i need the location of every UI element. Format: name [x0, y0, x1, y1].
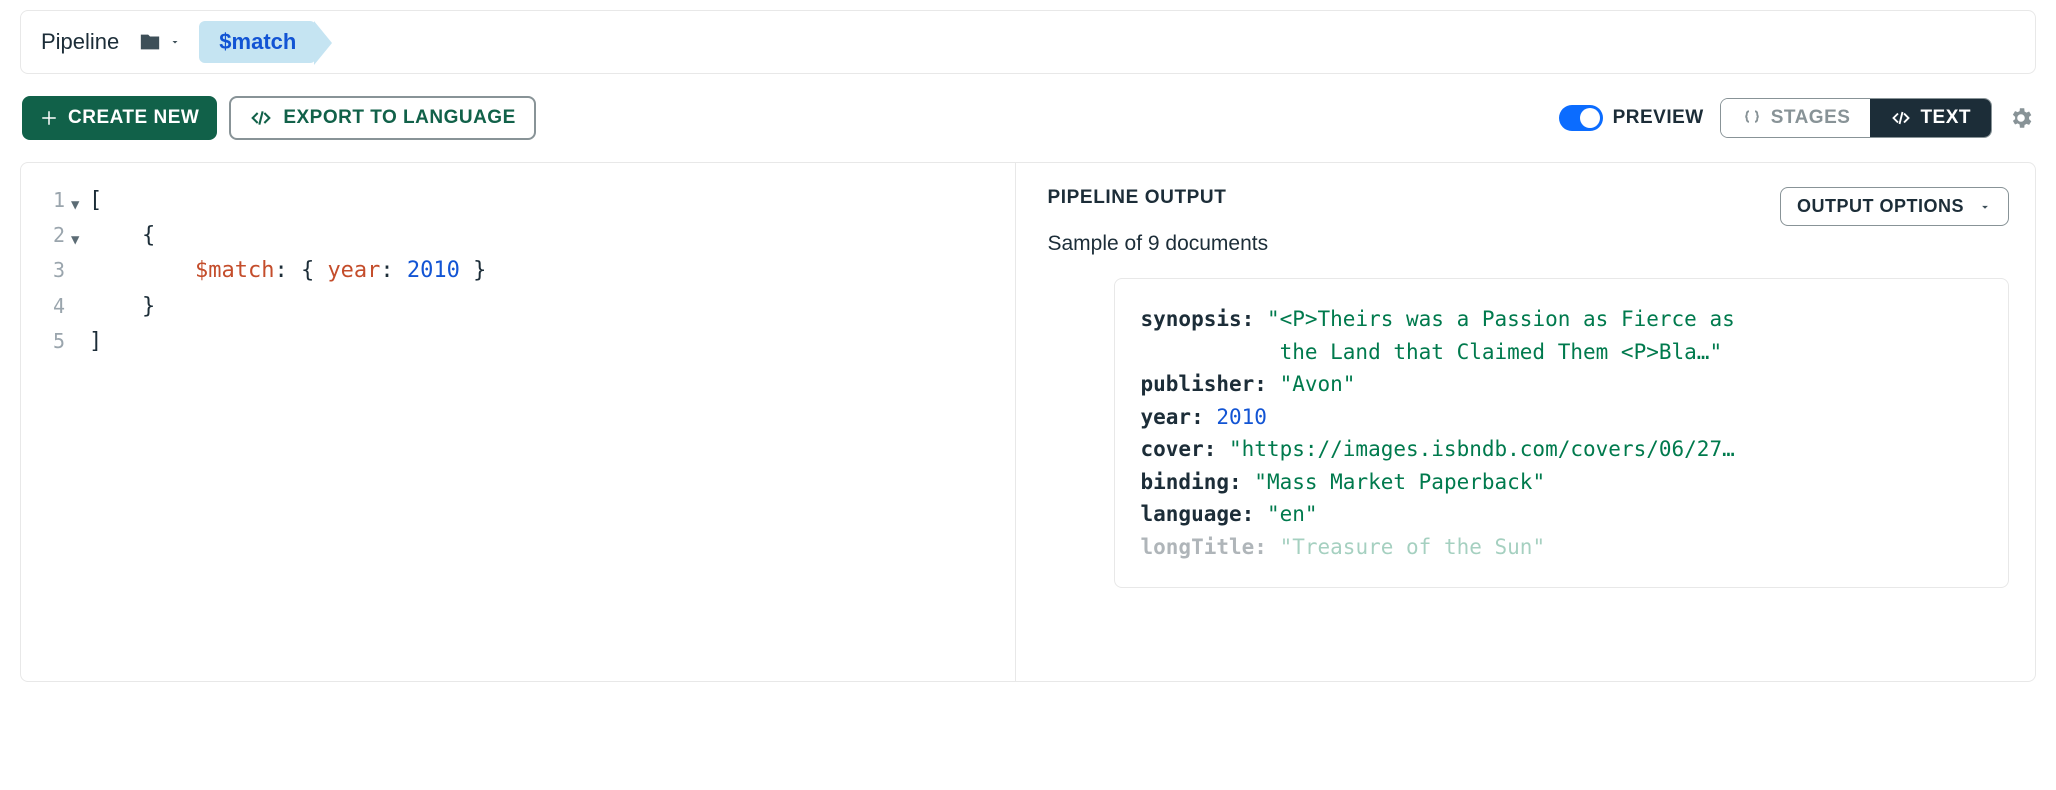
code-line: 5 ] — [37, 324, 999, 359]
code-line: 2 ▼ { — [37, 218, 999, 253]
breadcrumb-label: Pipeline — [41, 29, 119, 55]
fold-arrow-icon[interactable]: ▼ — [71, 194, 89, 216]
line-number: 5 — [37, 325, 65, 357]
code-line: 3 $match: { year: 2010 } — [37, 253, 999, 288]
line-number: 2 — [37, 219, 65, 251]
code-line: 1 ▼ [ — [37, 183, 999, 218]
output-header: PIPELINE OUTPUT OUTPUT OPTIONS — [1048, 187, 2010, 226]
doc-field: binding: "Mass Market Paperback" — [1141, 466, 1983, 499]
output-subtitle: Sample of 9 documents — [1048, 232, 2010, 256]
toolbar-left: CREATE NEW EXPORT TO LANGUAGE — [22, 96, 536, 140]
doc-field: publisher: "Avon" — [1141, 368, 1983, 401]
caret-down-icon — [169, 36, 181, 48]
code-token: $match: { year: 2010 } — [89, 253, 486, 288]
caret-down-icon — [1978, 200, 1992, 214]
plus-icon — [40, 109, 58, 127]
output-title: PIPELINE OUTPUT — [1048, 187, 1227, 209]
doc-field: longTitle: "Treasure of the Sun" — [1141, 531, 1983, 564]
create-new-label: CREATE NEW — [68, 107, 199, 129]
code-token: [ — [89, 183, 102, 218]
line-number: 3 — [37, 254, 65, 286]
code-token: { — [89, 218, 155, 253]
doc-field-cont: the Land that Claimed Them <P>Bla…" — [1141, 336, 1983, 369]
fold-arrow-icon[interactable]: ▼ — [71, 229, 89, 251]
toolbar: CREATE NEW EXPORT TO LANGUAGE PREVIEW ST… — [20, 96, 2036, 140]
stage-tag-match[interactable]: $match — [199, 21, 316, 63]
doc-field: language: "en" — [1141, 498, 1983, 531]
braces-icon — [1741, 109, 1763, 127]
doc-field: cover: "https://images.isbndb.com/covers… — [1141, 433, 1983, 466]
line-number: 1 — [37, 184, 65, 216]
view-mode-text-label: TEXT — [1920, 107, 1971, 129]
export-language-label: EXPORT TO LANGUAGE — [283, 107, 515, 129]
toolbar-right: PREVIEW STAGES TEXT — [1559, 98, 2034, 138]
settings-gear-icon[interactable] — [2008, 105, 2034, 131]
view-mode-stages-label: STAGES — [1771, 107, 1851, 129]
doc-field: year: 2010 — [1141, 401, 1983, 434]
view-mode-stages[interactable]: STAGES — [1721, 99, 1871, 137]
code-token: ] — [89, 324, 102, 359]
code-icon — [1890, 109, 1912, 127]
line-number: 4 — [37, 290, 65, 322]
code-line: 4 } — [37, 289, 999, 324]
code-token: } — [89, 289, 155, 324]
output-pane: PIPELINE OUTPUT OUTPUT OPTIONS Sample of… — [1016, 163, 2036, 681]
folder-icon — [137, 31, 163, 53]
code-icon — [249, 108, 273, 128]
preview-toggle[interactable] — [1559, 105, 1603, 131]
preview-toggle-label: PREVIEW — [1613, 107, 1704, 129]
code-editor[interactable]: 1 ▼ [ 2 ▼ { 3 $match: { year: 2010 } 4 }… — [21, 163, 1016, 681]
view-mode-segmented: STAGES TEXT — [1720, 98, 1992, 138]
output-options-label: OUTPUT OPTIONS — [1797, 196, 1964, 217]
document-card[interactable]: synopsis: "<P>Theirs was a Passion as Fi… — [1114, 278, 2010, 588]
doc-field: synopsis: "<P>Theirs was a Passion as Fi… — [1141, 303, 1983, 336]
preview-toggle-group: PREVIEW — [1559, 105, 1704, 131]
export-language-button[interactable]: EXPORT TO LANGUAGE — [229, 96, 535, 140]
create-new-button[interactable]: CREATE NEW — [22, 96, 217, 140]
pipeline-folder-selector[interactable] — [137, 31, 181, 53]
workspace: 1 ▼ [ 2 ▼ { 3 $match: { year: 2010 } 4 }… — [20, 162, 2036, 682]
output-options-button[interactable]: OUTPUT OPTIONS — [1780, 187, 2009, 226]
breadcrumb-bar: Pipeline $match — [20, 10, 2036, 74]
view-mode-text[interactable]: TEXT — [1870, 99, 1991, 137]
